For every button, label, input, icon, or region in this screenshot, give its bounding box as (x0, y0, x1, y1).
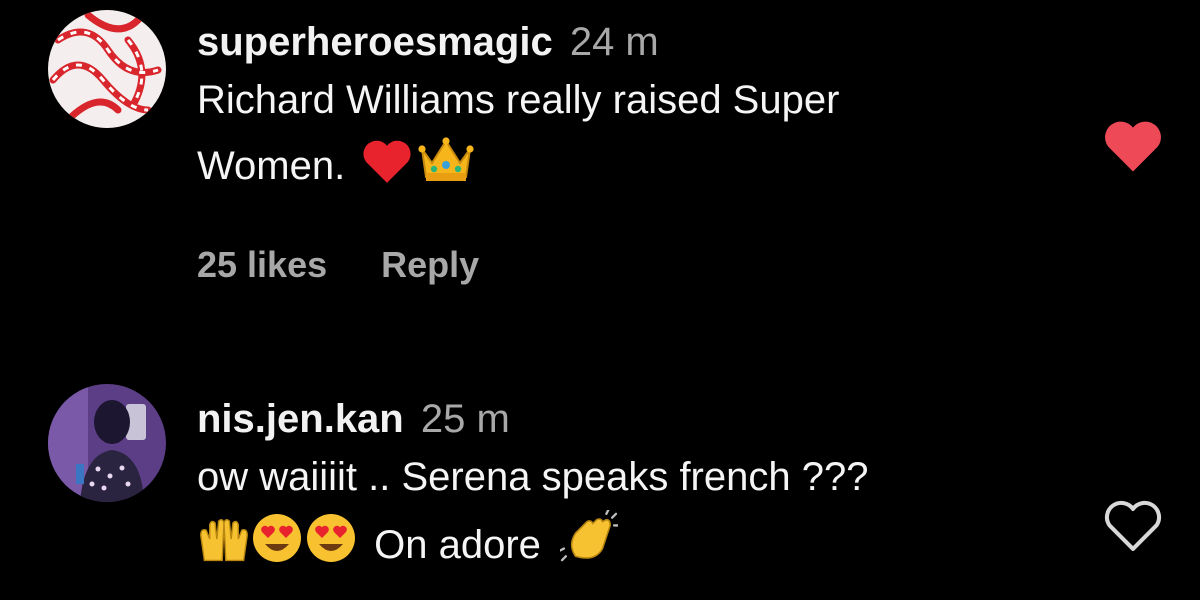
crown-emoji-icon (416, 133, 476, 205)
username[interactable]: nis.jen.kan (197, 397, 404, 441)
heart-eyes-emoji-icon (305, 512, 357, 584)
timestamp: 25 m (420, 397, 510, 441)
comment-actions: 25 likes Reply (197, 244, 479, 286)
avatar[interactable] (48, 384, 166, 502)
username[interactable]: superheroesmagic (197, 20, 553, 64)
comment-header: nis.jen.kan 25 m (197, 395, 1110, 443)
reply-button[interactable]: Reply (381, 244, 479, 286)
comment-header: superheroesmagic 24 m (197, 18, 1110, 66)
comment-text: ow waiiiit .. Serena speaks french ??? O… (197, 445, 1110, 584)
person-photo-avatar-icon (48, 384, 166, 502)
comment-text: Richard Williams really raised Super Wom… (197, 68, 1110, 205)
comment-text-line-2: On adore (197, 508, 1110, 584)
red-heart-emoji-icon (360, 137, 414, 205)
like-button[interactable] (1102, 118, 1164, 179)
likes-count[interactable]: 25 likes (197, 244, 327, 286)
raising-hands-emoji-icon (197, 514, 251, 584)
candy-cane-avatar-icon (48, 10, 166, 128)
comment-text-segment: On adore (374, 523, 541, 567)
comment-body: nis.jen.kan 25 m ow waiiiit .. Serena sp… (197, 395, 1110, 584)
comment-text-segment: Women. (197, 144, 346, 188)
comment-text-line: Richard Williams really raised Super (197, 78, 840, 122)
avatar[interactable] (48, 10, 166, 128)
heart-outline-icon (1104, 500, 1162, 551)
comment-text-line-2: Women. (197, 133, 1110, 205)
like-button[interactable] (1102, 498, 1164, 559)
filled-heart-icon (1105, 121, 1161, 172)
timestamp: 24 m (569, 20, 659, 64)
comment-body: superheroesmagic 24 m Richard Williams r… (197, 18, 1110, 205)
heart-eyes-emoji-icon (251, 512, 303, 584)
clapping-hands-emoji-icon (558, 508, 620, 584)
comment-text-line: ow waiiiit .. Serena speaks french ??? (197, 455, 869, 499)
